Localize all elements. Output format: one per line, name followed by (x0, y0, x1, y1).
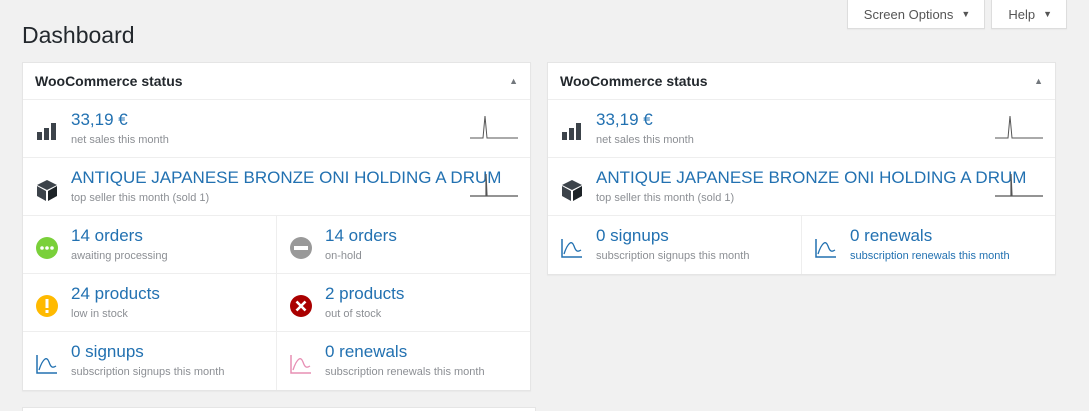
bar-chart-icon (562, 123, 581, 140)
top-seller-value[interactable]: ANTIQUE JAPANESE BRONZE ONI HOLDING A DR… (71, 168, 501, 188)
net-sales-label: net sales this month (596, 134, 694, 146)
stock-row: 24 products low in stock 2 products out … (23, 274, 530, 332)
widget-title: WooCommerce status (560, 73, 708, 89)
top-seller-label: top seller this month (sold 1) (71, 192, 210, 204)
net-sales-label: net sales this month (71, 134, 169, 146)
top-seller-row[interactable]: ANTIQUE JAPANESE BRONZE ONI HOLDING A DR… (23, 158, 530, 216)
caret-down-icon: ▼ (961, 9, 971, 19)
sales-sparkline-icon (995, 115, 1043, 139)
renewals-label[interactable]: subscription renewals this month (850, 248, 1010, 264)
signups-cell[interactable]: 0 signups subscription signups this mont… (548, 216, 801, 274)
on-hold-orders-cell[interactable]: 14 orders on-hold (276, 216, 530, 273)
widget-header[interactable]: WooCommerce status ▲ (23, 63, 530, 100)
signups-label: subscription signups this month (71, 366, 225, 378)
renewals-value[interactable]: 0 renewals (325, 342, 485, 362)
sales-sparkline-icon (470, 115, 518, 139)
screen-options-label: Screen Options (863, 6, 954, 22)
box-icon (37, 180, 57, 201)
next-widget-edge (22, 407, 536, 411)
processing-orders-label: awaiting processing (71, 250, 168, 262)
on-hold-orders-value[interactable]: 14 orders (325, 226, 397, 246)
signups-label: subscription signups this month (596, 250, 750, 262)
subscriptions-row: 0 signups subscription signups this mont… (548, 216, 1055, 274)
collapse-toggle-icon[interactable]: ▲ (1034, 76, 1043, 86)
renewals-cell[interactable]: 0 renewals subscription renewals this mo… (801, 216, 1055, 274)
renewals-label: subscription renewals this month (325, 366, 485, 378)
signups-value[interactable]: 0 signups (71, 342, 224, 362)
net-sales-row[interactable]: 33,19 € net sales this month (23, 100, 530, 158)
out-of-stock-cell[interactable]: 2 products out of stock (276, 274, 530, 331)
exclamation-circle-icon (36, 295, 58, 317)
x-circle-icon (290, 295, 312, 317)
box-icon (562, 180, 582, 201)
woocommerce-status-widget-secondary: WooCommerce status ▲ 33,19 € net sales t… (547, 62, 1056, 275)
widget-header[interactable]: WooCommerce status ▲ (548, 63, 1055, 100)
help-button[interactable]: Help ▼ (991, 0, 1067, 29)
signups-value[interactable]: 0 signups (596, 226, 749, 246)
top-seller-sparkline-icon (470, 173, 518, 197)
renewals-value[interactable]: 0 renewals (850, 226, 1010, 246)
net-sales-row[interactable]: 33,19 € net sales this month (548, 100, 1055, 158)
top-seller-sparkline-icon (995, 173, 1043, 197)
signups-cell[interactable]: 0 signups subscription signups this mont… (23, 332, 276, 390)
help-label: Help (1008, 6, 1036, 22)
top-seller-row[interactable]: ANTIQUE JAPANESE BRONZE ONI HOLDING A DR… (548, 158, 1055, 216)
signup-chart-icon (561, 239, 582, 258)
minus-circle-icon (290, 237, 312, 259)
top-seller-value[interactable]: ANTIQUE JAPANESE BRONZE ONI HOLDING A DR… (596, 168, 1026, 188)
processing-orders-cell[interactable]: 14 orders awaiting processing (23, 216, 276, 273)
caret-down-icon: ▼ (1043, 9, 1052, 19)
orders-row: 14 orders awaiting processing 14 orders … (23, 216, 530, 274)
collapse-toggle-icon[interactable]: ▲ (509, 76, 518, 86)
low-stock-value[interactable]: 24 products (71, 284, 160, 304)
renewal-chart-icon (290, 355, 311, 374)
top-seller-label: top seller this month (sold 1) (596, 192, 735, 204)
dots-circle-icon (36, 237, 58, 259)
subscriptions-row: 0 signups subscription signups this mont… (23, 332, 530, 390)
screen-meta-links: Screen Options ▼ Help ▼ (846, 0, 1067, 29)
renewals-cell[interactable]: 0 renewals subscription renewals this mo… (276, 332, 530, 390)
out-of-stock-value[interactable]: 2 products (325, 284, 404, 304)
net-sales-value[interactable]: 33,19 € (71, 110, 169, 130)
processing-orders-value[interactable]: 14 orders (71, 226, 168, 246)
net-sales-value[interactable]: 33,19 € (596, 110, 694, 130)
on-hold-orders-label: on-hold (325, 250, 362, 262)
widget-title: WooCommerce status (35, 73, 183, 89)
screen-options-button[interactable]: Screen Options ▼ (846, 0, 986, 29)
low-stock-label: low in stock (71, 308, 128, 320)
out-of-stock-label: out of stock (325, 308, 382, 320)
renewal-chart-icon (815, 239, 836, 258)
low-stock-cell[interactable]: 24 products low in stock (23, 274, 276, 331)
signup-chart-icon (36, 355, 57, 374)
page-title: Dashboard (22, 22, 135, 48)
bar-chart-icon (37, 123, 56, 140)
woocommerce-status-widget: WooCommerce status ▲ 33,19 € net sales t… (22, 62, 531, 391)
